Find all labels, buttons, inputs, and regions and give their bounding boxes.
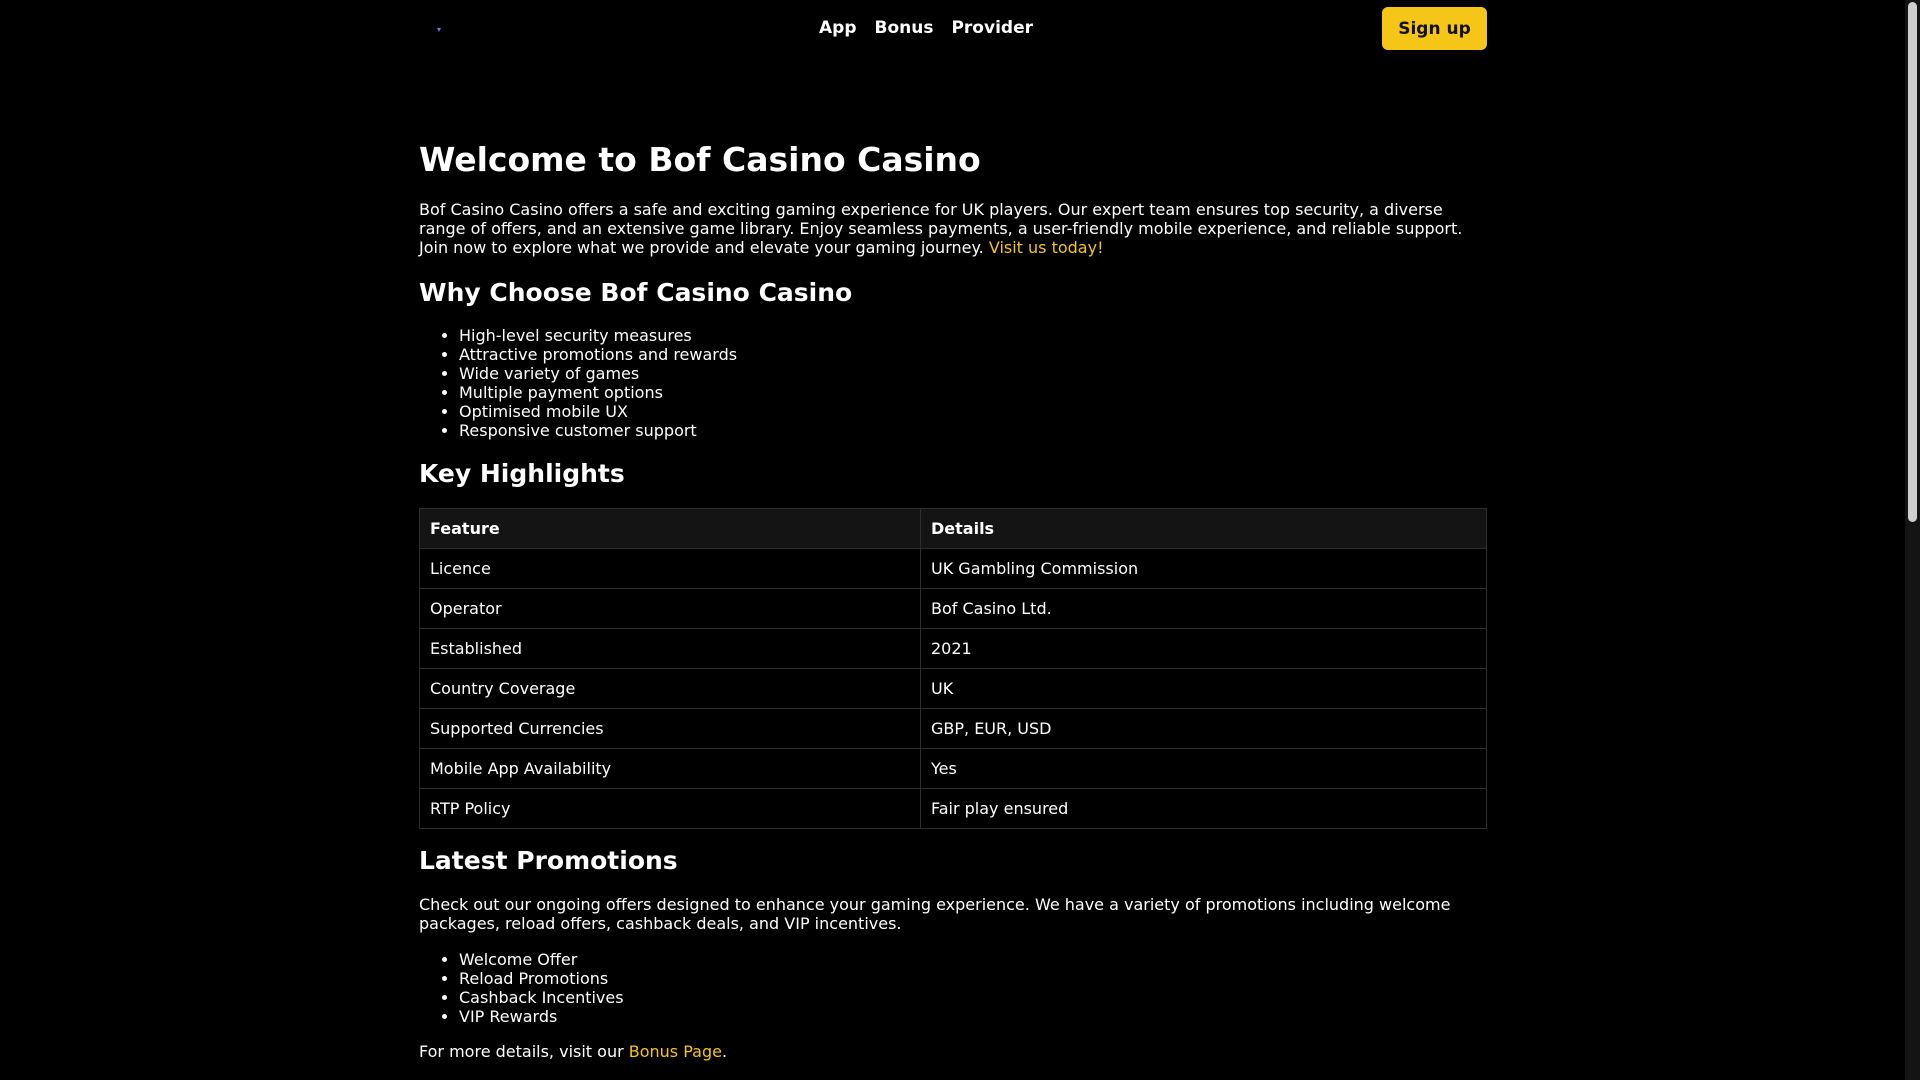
latest-promotions-heading: Latest Promotions [419, 846, 678, 875]
list-item: Multiple payment options [459, 383, 737, 402]
list-item: Welcome Offer [459, 950, 624, 969]
more-details-paragraph: For more details, visit our Bonus Page. [419, 1042, 1487, 1061]
key-highlights-heading: Key Highlights [419, 459, 625, 488]
table-row: Country Coverage UK [419, 668, 1487, 709]
table-row: Mobile App Availability Yes [419, 748, 1487, 789]
page-title: Welcome to Bof Casino Casino [419, 140, 981, 179]
nav-link-app[interactable]: App [819, 17, 857, 39]
top-header: ▾ App Bonus Provider Sign up [419, 0, 1487, 57]
list-item: Cashback Incentives [459, 988, 624, 1007]
intro-paragraph: Bof Casino Casino offers a safe and exci… [419, 200, 1487, 257]
feature-cell: Supported Currencies [419, 708, 921, 749]
list-item: Reload Promotions [459, 969, 624, 988]
details-cell: Bof Casino Ltd. [920, 588, 1487, 629]
table-row: Established 2021 [419, 628, 1487, 669]
nav-link-provider[interactable]: Provider [951, 17, 1033, 39]
table-header-row: Feature Details [419, 508, 1487, 549]
promotions-list: Welcome Offer Reload Promotions Cashback… [419, 950, 624, 1026]
highlights-table: Feature Details Licence UK Gambling Comm… [419, 508, 1487, 829]
nav-link-bonus[interactable]: Bonus [875, 17, 934, 39]
details-cell: GBP, EUR, USD [920, 708, 1487, 749]
scrollbar-thumb[interactable] [1908, 2, 1917, 522]
page-scrollbar[interactable] [1905, 0, 1920, 1080]
list-item: Responsive customer support [459, 421, 737, 440]
visit-us-link[interactable]: Visit us today! [989, 238, 1104, 257]
bonus-page-link[interactable]: Bonus Page [629, 1042, 722, 1061]
table-row: Licence UK Gambling Commission [419, 548, 1487, 589]
feature-cell: Established [419, 628, 921, 669]
feature-cell: Country Coverage [419, 668, 921, 709]
sign-up-button[interactable]: Sign up [1382, 7, 1487, 50]
feature-cell: Mobile App Availability [419, 748, 921, 789]
details-cell: UK [920, 668, 1487, 709]
table-row: RTP Policy Fair play ensured [419, 788, 1487, 829]
list-item: Wide variety of games [459, 364, 737, 383]
details-cell: Fair play ensured [920, 788, 1487, 829]
list-item: Optimised mobile UX [459, 402, 737, 421]
intro-text: Bof Casino Casino offers a safe and exci… [419, 200, 1463, 257]
feature-cell: RTP Policy [419, 788, 921, 829]
details-cell: Yes [920, 748, 1487, 789]
promotions-paragraph: Check out our ongoing offers designed to… [419, 895, 1451, 933]
table-row: Operator Bof Casino Ltd. [419, 588, 1487, 629]
why-choose-list: High-level security measures Attractive … [419, 326, 737, 440]
list-item: VIP Rewards [459, 1007, 624, 1026]
list-item: High-level security measures [459, 326, 737, 345]
feature-cell: Licence [419, 548, 921, 589]
more-details-suffix: . [721, 1042, 728, 1061]
why-choose-heading: Why Choose Bof Casino Casino [419, 278, 853, 307]
column-header-feature: Feature [419, 508, 921, 549]
column-header-details: Details [920, 508, 1487, 549]
details-cell: UK Gambling Commission [920, 548, 1487, 589]
site-logo[interactable]: ▾ [437, 26, 442, 34]
feature-cell: Operator [419, 588, 921, 629]
more-details-text: For more details, visit our [419, 1042, 629, 1061]
list-item: Attractive promotions and rewards [459, 345, 737, 364]
page-container: ▾ App Bonus Provider Sign up Welcome to … [419, 0, 1487, 1061]
table-row: Supported Currencies GBP, EUR, USD [419, 708, 1487, 749]
main-nav: App Bonus Provider [819, 17, 1033, 39]
details-cell: 2021 [920, 628, 1487, 669]
